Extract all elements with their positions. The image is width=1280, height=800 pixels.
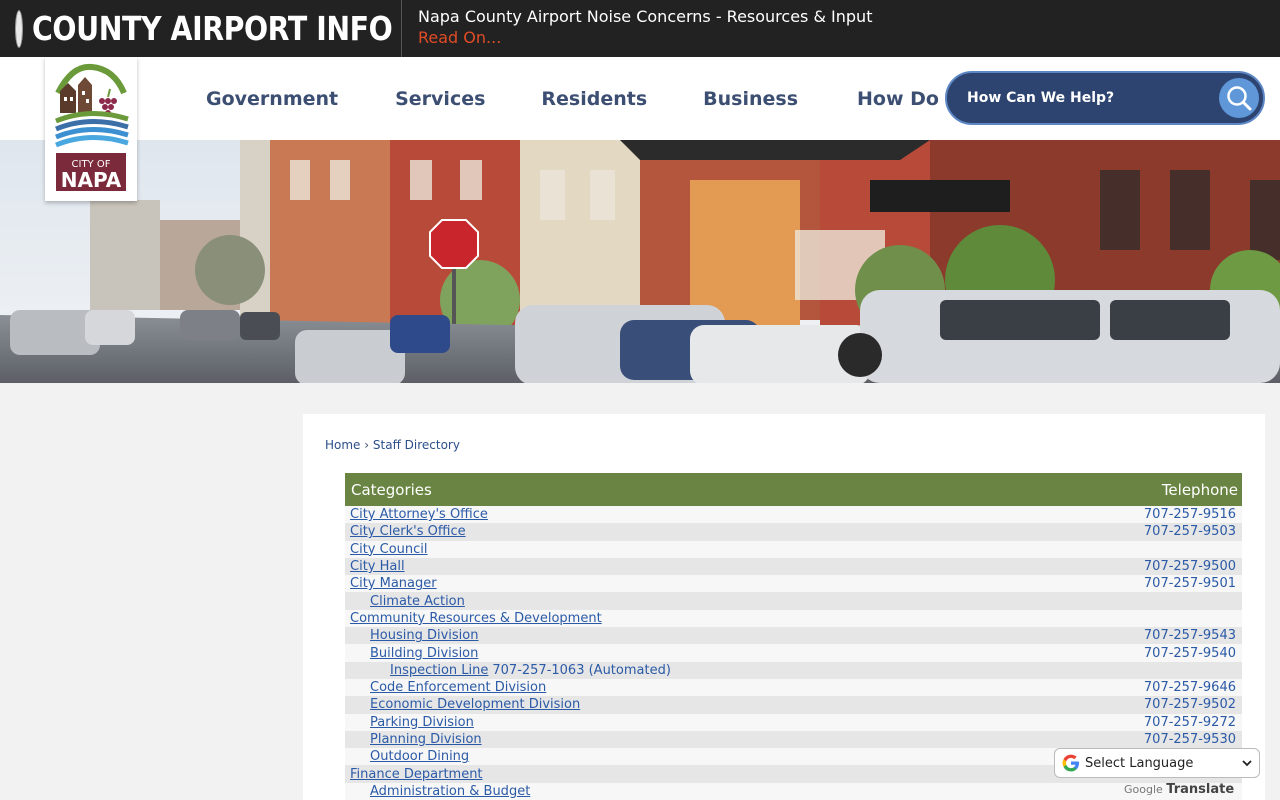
department-link[interactable]: Community Resources & Development — [350, 611, 602, 626]
content-panel: Home › Staff Directory Categories Teleph… — [303, 414, 1265, 800]
breadcrumb-current-link[interactable]: Staff Directory — [373, 438, 460, 452]
department-link[interactable]: Climate Action — [370, 594, 465, 609]
alert-label[interactable]: COUNTY AIRPORT INFO — [0, 0, 402, 57]
department-link[interactable]: Finance Department — [350, 767, 483, 782]
city-logo[interactable]: CITY OF NAPA — [45, 57, 137, 201]
row-category-cell: City Attorney's Office — [345, 507, 488, 522]
department-link[interactable]: Planning Division — [370, 732, 482, 747]
site-search — [945, 71, 1265, 125]
breadcrumb-home-link[interactable]: Home — [325, 438, 360, 452]
city-of-napa-logo-icon: CITY OF NAPA — [55, 63, 129, 192]
department-link[interactable]: City Manager — [350, 576, 437, 591]
table-row: City Hall 707-257-9500 — [345, 557, 1242, 576]
table-row: City Attorney's Office 707-257-9516 — [345, 506, 1242, 524]
row-category-cell: Climate Action — [345, 594, 465, 609]
department-link[interactable]: City Hall — [350, 559, 405, 574]
row-telephone[interactable]: 707-257-9516 — [1144, 507, 1236, 522]
main-nav: Government Services Residents Business H… — [178, 57, 974, 140]
department-link[interactable]: City Clerk's Office — [350, 524, 466, 539]
row-telephone[interactable]: 707-257-9540 — [1144, 646, 1236, 661]
nav-residents[interactable]: Residents — [541, 88, 647, 110]
department-link[interactable]: Code Enforcement Division — [370, 680, 546, 695]
breadcrumb: Home › Staff Directory — [325, 438, 460, 452]
department-link[interactable]: Parking Division — [370, 715, 474, 730]
row-category-cell: Parking Division — [345, 715, 474, 730]
table-row: Parking Division 707-257-9272 — [345, 713, 1242, 731]
table-header: Categories Telephone — [345, 473, 1242, 506]
chevron-down-icon — [1242, 760, 1252, 767]
table-row: Administration & Budget — [345, 782, 1242, 800]
table-row: Community Resources & Development — [345, 609, 1242, 628]
google-g-icon — [1062, 754, 1079, 772]
table-row: Housing Division 707-257-9543 — [345, 627, 1242, 645]
row-category-cell: Inspection Line 707-257-1063 (Automated) — [345, 663, 671, 678]
translate-label: Translate — [1166, 782, 1235, 797]
site-header: CITY OF NAPA Government Services Residen… — [0, 57, 1280, 201]
row-category-cell: Administration & Budget — [345, 784, 530, 799]
breadcrumb-separator: › — [364, 438, 370, 452]
header-telephone: Telephone — [1161, 480, 1238, 499]
search-input[interactable] — [967, 90, 1207, 106]
department-link[interactable]: Administration & Budget — [370, 784, 530, 799]
table-row: Inspection Line 707-257-1063 (Automated) — [345, 661, 1242, 679]
row-category-cell: City Clerk's Office — [345, 524, 466, 539]
row-telephone[interactable]: 707-257-9502 — [1144, 697, 1236, 712]
table-row: Code Enforcement Division 707-257-9646 — [345, 678, 1242, 697]
row-category-cell: Planning Division — [345, 732, 482, 747]
table-row: City Manager 707-257-9501 — [345, 575, 1242, 593]
row-category-cell: Housing Division — [345, 628, 478, 643]
alert-icon — [16, 10, 22, 47]
table-row: City Council — [345, 540, 1242, 558]
row-category-cell: City Council — [345, 542, 428, 557]
alert-message-title[interactable]: Napa County Airport Noise Concerns - Res… — [418, 7, 872, 27]
department-link[interactable]: Economic Development Division — [370, 697, 580, 712]
google-label: Google — [1124, 783, 1163, 796]
google-translate-credit[interactable]: Google Translate — [1124, 782, 1234, 797]
row-telephone[interactable]: 707-257-9500 — [1144, 559, 1236, 574]
language-select-label: Select Language — [1085, 755, 1194, 771]
hero-banner-image — [0, 140, 1280, 383]
alert-title: COUNTY AIRPORT INFO — [32, 9, 393, 48]
row-category-cell: Finance Department — [345, 767, 483, 782]
table-row: City Clerk's Office 707-257-9503 — [345, 523, 1242, 541]
nav-business[interactable]: Business — [703, 88, 798, 110]
department-link[interactable]: City Attorney's Office — [350, 507, 488, 522]
row-category-cell: Economic Development Division — [345, 697, 580, 712]
department-link[interactable]: Building Division — [370, 646, 478, 661]
row-category-cell: Building Division — [345, 646, 478, 661]
department-link[interactable]: City Council — [350, 542, 428, 557]
nav-services[interactable]: Services — [395, 88, 485, 110]
department-link[interactable]: Inspection Line — [390, 663, 488, 678]
department-link[interactable]: Outdoor Dining — [370, 749, 469, 764]
row-category-cell: Community Resources & Development — [345, 611, 602, 626]
row-telephone[interactable]: 707-257-9543 — [1144, 628, 1236, 643]
alert-bar: COUNTY AIRPORT INFO Napa County Airport … — [0, 0, 1280, 57]
search-button[interactable] — [1219, 78, 1259, 118]
header-categories: Categories — [351, 480, 432, 499]
table-row: Climate Action — [345, 592, 1242, 610]
search-icon — [1227, 86, 1252, 111]
row-category-cell: Code Enforcement Division — [345, 680, 546, 695]
row-category-cell: City Manager — [345, 576, 437, 591]
nav-government[interactable]: Government — [206, 88, 338, 110]
table-row: Economic Development Division 707-257-950… — [345, 696, 1242, 714]
row-telephone[interactable]: 707-257-9646 — [1144, 680, 1236, 695]
row-inline-phone: 707-257-1063 (Automated) — [492, 662, 671, 678]
row-telephone[interactable]: 707-257-9272 — [1144, 715, 1236, 730]
alert-message: Napa County Airport Noise Concerns - Res… — [418, 7, 872, 49]
row-category-cell: City Hall — [345, 559, 405, 574]
department-link[interactable]: Housing Division — [370, 628, 478, 643]
logo-text-line2: NAPA — [61, 168, 122, 192]
table-row: Planning Division 707-257-9530 — [345, 730, 1242, 749]
row-telephone[interactable]: 707-257-9503 — [1144, 524, 1236, 539]
street-scene-image — [0, 140, 1280, 383]
row-telephone[interactable]: 707-257-9530 — [1144, 732, 1236, 747]
row-telephone[interactable]: 707-257-9501 — [1144, 576, 1236, 591]
language-select[interactable]: Select Language — [1054, 748, 1260, 778]
row-category-cell: Outdoor Dining — [345, 749, 469, 764]
table-row: Building Division 707-257-9540 — [345, 644, 1242, 662]
alert-read-on-link[interactable]: Read On... — [418, 27, 872, 49]
